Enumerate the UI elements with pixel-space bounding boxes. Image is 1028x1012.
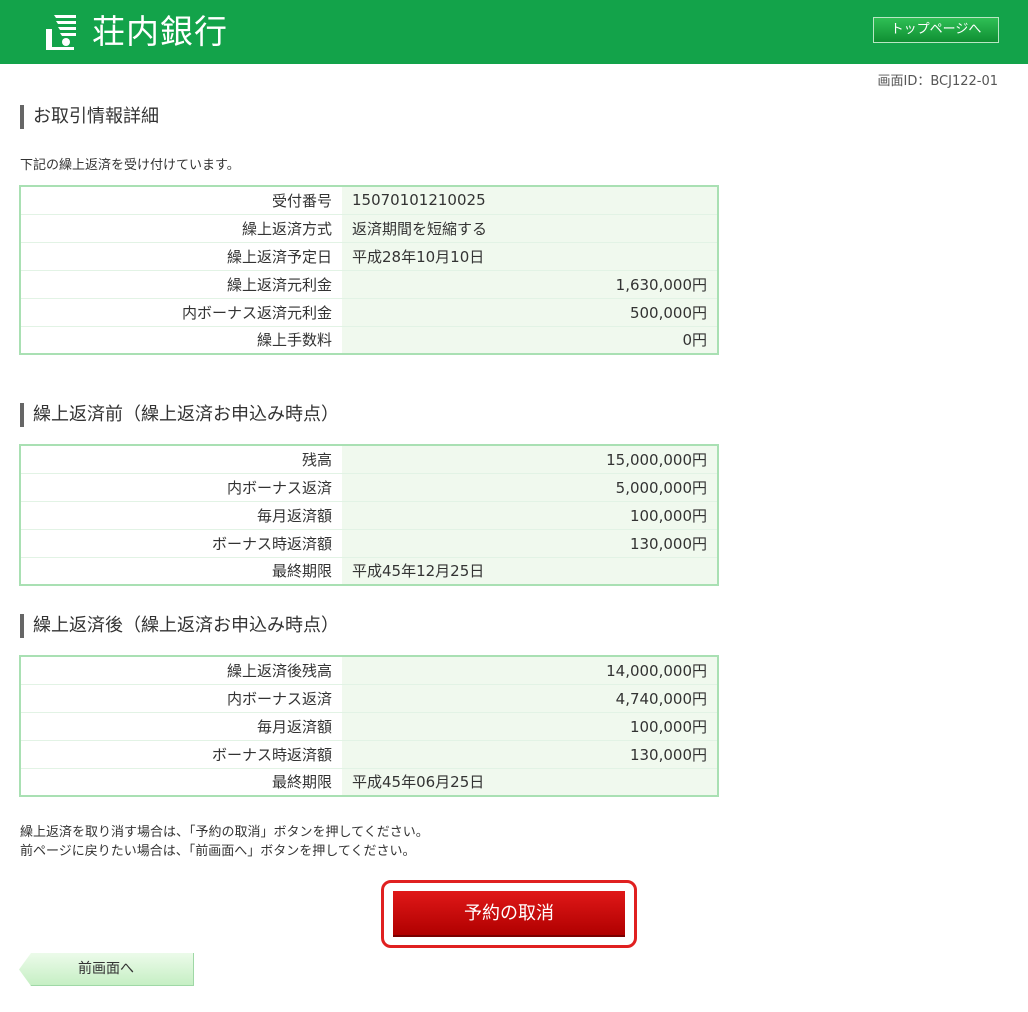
section-title-after-prepayment: 繰上返済後（繰上返済お申込み時点）	[20, 614, 339, 638]
row-value: 14,000,000円	[342, 656, 718, 685]
table-row: 受付番号 15070101210025	[20, 186, 718, 215]
row-value: 返済期間を短縮する	[342, 214, 718, 243]
table-row: 内ボーナス返済元利金 500,000円	[20, 298, 718, 327]
table-row: ボーナス時返済額 130,000円	[20, 529, 718, 558]
table-row: 最終期限 平成45年12月25日	[20, 557, 718, 585]
table-row: 繰上返済元利金 1,630,000円	[20, 270, 718, 299]
row-label: 最終期限	[20, 557, 342, 585]
table-row: 毎月返済額 100,000円	[20, 501, 718, 530]
transaction-details-table: 受付番号 15070101210025 繰上返済方式 返済期間を短縮する 繰上返済予定日…	[19, 185, 719, 355]
back-button[interactable]: 前画面へ	[19, 953, 194, 986]
row-label: 繰上返済方式	[20, 214, 342, 243]
cancel-reservation-button[interactable]: 予約の取消	[393, 891, 625, 937]
screen-id: 画面ID：BCJ122-01	[877, 74, 999, 89]
table-row: 繰上返済予定日 平成28年10月10日	[20, 242, 718, 271]
bank-logo[interactable]: 荘内銀行	[44, 12, 228, 52]
row-label: 内ボーナス返済元利金	[20, 298, 342, 327]
row-value: 平成45年12月25日	[342, 557, 718, 585]
section-title-transaction-details: お取引情報詳細	[20, 105, 159, 129]
row-label: 繰上返済後残高	[20, 656, 342, 685]
table-row: ボーナス時返済額 130,000円	[20, 740, 718, 769]
row-value: 平成28年10月10日	[342, 242, 718, 271]
row-value: 15,000,000円	[342, 445, 718, 474]
row-value: 5,000,000円	[342, 473, 718, 502]
bank-logo-icon	[44, 13, 78, 51]
row-value: 平成45年06月25日	[342, 768, 718, 796]
after-prepayment-table: 繰上返済後残高 14,000,000円 内ボーナス返済 4,740,000円 毎月返済額…	[19, 655, 719, 797]
row-label: 毎月返済額	[20, 712, 342, 741]
section-title-before-prepayment: 繰上返済前（繰上返済お申込み時点）	[20, 403, 339, 427]
section-description: 下記の繰上返済を受け付けています。	[20, 158, 240, 173]
table-row: 繰上返済後残高 14,000,000円	[20, 656, 718, 685]
row-value: 500,000円	[342, 298, 718, 327]
row-value: 1,630,000円	[342, 270, 718, 299]
row-value: 130,000円	[342, 740, 718, 769]
row-label: ボーナス時返済額	[20, 529, 342, 558]
header-bar: 荘内銀行 トップページへ	[0, 0, 1028, 64]
table-row: 残高 15,000,000円	[20, 445, 718, 474]
row-label: 受付番号	[20, 186, 342, 215]
bank-name: 荘内銀行	[92, 12, 228, 51]
row-label: 繰上手数料	[20, 326, 342, 354]
row-label: 残高	[20, 445, 342, 474]
row-value: 4,740,000円	[342, 684, 718, 713]
row-value: 100,000円	[342, 712, 718, 741]
table-row: 最終期限 平成45年06月25日	[20, 768, 718, 796]
row-label: 毎月返済額	[20, 501, 342, 530]
top-page-button[interactable]: トップページへ	[873, 17, 999, 43]
table-row: 繰上返済方式 返済期間を短縮する	[20, 214, 718, 243]
row-value: 100,000円	[342, 501, 718, 530]
row-label: ボーナス時返済額	[20, 740, 342, 769]
row-value: 0円	[342, 326, 718, 354]
row-label: 内ボーナス返済	[20, 684, 342, 713]
before-prepayment-table: 残高 15,000,000円 内ボーナス返済 5,000,000円 毎月返済額 100,0…	[19, 444, 719, 586]
note-back: 前ページに戻りたい場合は、「前画面へ」ボタンを押してください。	[20, 844, 416, 859]
table-row: 毎月返済額 100,000円	[20, 712, 718, 741]
row-label: 繰上返済元利金	[20, 270, 342, 299]
row-label: 繰上返済予定日	[20, 242, 342, 271]
row-label: 内ボーナス返済	[20, 473, 342, 502]
row-value: 130,000円	[342, 529, 718, 558]
note-cancel: 繰上返済を取り消す場合は、「予約の取消」ボタンを押してください。	[20, 825, 429, 840]
row-value: 15070101210025	[342, 186, 718, 215]
table-row: 内ボーナス返済 4,740,000円	[20, 684, 718, 713]
table-row: 繰上手数料 0円	[20, 326, 718, 354]
table-row: 内ボーナス返済 5,000,000円	[20, 473, 718, 502]
row-label: 最終期限	[20, 768, 342, 796]
